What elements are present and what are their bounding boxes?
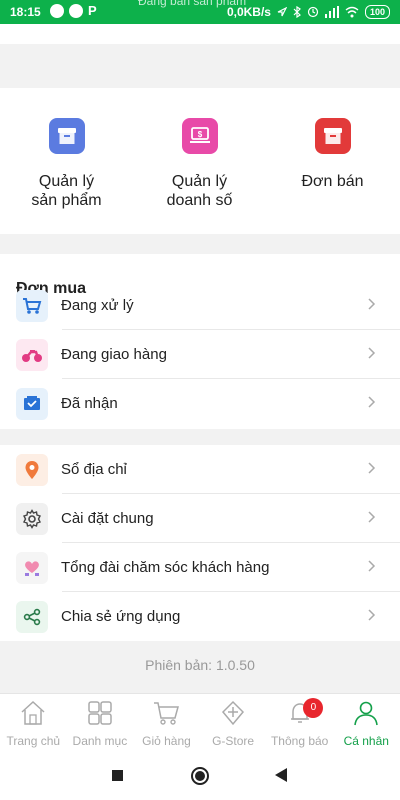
back-icon[interactable] (275, 768, 287, 782)
app-version: Phiên bản: 1.0.50 (145, 657, 255, 673)
settings-section: Sổ địa chỉ Cài đặt chung Tổng đài chăm s… (0, 445, 400, 641)
home-icon (21, 700, 45, 725)
nav-notifications[interactable]: 0 Thông báo (266, 694, 333, 753)
network-speed: 0,0KB/s (226, 5, 271, 19)
row-label: Đã nhận (61, 395, 118, 412)
manage-sales-label: Quản lý doanh số (166, 173, 233, 209)
notification-app-icon (69, 4, 83, 18)
order-processing-row[interactable]: Đang xử lý (0, 281, 400, 330)
chevron-right-icon (368, 511, 376, 523)
nav-label: Trang chủ (6, 734, 61, 748)
status-right: 0,0KB/s 100 (227, 5, 390, 19)
row-label: Đang xử lý (61, 297, 134, 314)
share-icon (16, 600, 48, 633)
nav-home[interactable]: Trang chủ (0, 694, 67, 753)
chevron-right-icon (368, 396, 376, 408)
row-label: Đang giao hàng (61, 346, 167, 363)
motorbike-icon (16, 338, 48, 371)
share-app-row[interactable]: Chia sẻ ứng dụng (0, 592, 400, 641)
signal-icon (324, 6, 339, 18)
top-white-strip (0, 24, 400, 44)
nav-profile[interactable]: Cá nhân (333, 694, 400, 753)
nav-gstore[interactable]: G-Store (200, 694, 267, 753)
alarm-icon (307, 6, 319, 18)
battery-icon: 100 (364, 5, 390, 19)
chevron-right-icon (368, 462, 376, 474)
order-received-row[interactable]: Đã nhận (0, 379, 400, 428)
cart-icon (16, 289, 48, 322)
support-heart-icon (16, 551, 48, 584)
customer-support-row[interactable]: Tổng đài chăm sóc khách hàng (0, 543, 400, 592)
store-icon (222, 700, 245, 726)
row-label: Sổ địa chỉ (61, 461, 127, 478)
cart-icon (154, 702, 180, 725)
nav-label: Giỏ hàng (142, 734, 191, 748)
nav-label: Cá nhân (343, 734, 389, 748)
shop-management-card: Quản lý sản phẩm $ Quản lý doanh số Đơn … (0, 88, 400, 234)
manage-sales-button[interactable]: $ Quản lý doanh số (133, 118, 266, 210)
order-shipping-row[interactable]: Đang giao hàng (0, 330, 400, 379)
purchase-orders-section: Đơn mua Đang xử lý Đang giao hàng Đã nhậ… (0, 254, 400, 429)
location-pin-icon (16, 453, 48, 486)
manage-products-button[interactable]: Quản lý sản phẩm (0, 118, 133, 210)
box-icon (314, 118, 351, 154)
grid-icon (88, 701, 112, 725)
location-arrow-icon (277, 7, 287, 17)
system-nav-bar (0, 753, 400, 800)
user-icon (354, 701, 379, 726)
notification-app-icon (50, 4, 64, 18)
general-settings-row[interactable]: Cài đặt chung (0, 494, 400, 543)
notification-p-icon: P (88, 3, 97, 18)
received-box-icon (16, 387, 48, 420)
status-notification-icons: P (50, 4, 102, 18)
status-time: 18:15 (10, 5, 41, 19)
chevron-right-icon (368, 609, 376, 621)
sales-orders-label: Đơn bán (301, 173, 364, 190)
chevron-right-icon (368, 347, 376, 359)
row-label: Cài đặt chung (61, 510, 154, 527)
nav-label: G-Store (212, 734, 255, 748)
nav-label: Danh mục (72, 734, 128, 748)
nav-cart[interactable]: Giỏ hàng (133, 694, 200, 753)
row-label: Chia sẻ ứng dụng (61, 608, 181, 625)
nav-label: Thông báo (270, 734, 329, 748)
bottom-navigation: Trang chủ Danh mục Giỏ hàng G-Store 0 Th… (0, 693, 400, 753)
chevron-right-icon (368, 298, 376, 310)
chevron-right-icon (368, 560, 376, 572)
bluetooth-icon (293, 6, 301, 18)
laptop-dollar-icon: $ (181, 118, 218, 154)
row-label: Tổng đài chăm sóc khách hàng (61, 559, 270, 576)
status-bar: 18:15 P Đang bán sản phẩm 0,0KB/s 100 (0, 0, 400, 24)
recent-apps-icon[interactable] (112, 770, 123, 781)
address-book-row[interactable]: Sổ địa chỉ (0, 445, 400, 494)
wifi-icon (345, 6, 359, 18)
nav-categories[interactable]: Danh mục (67, 694, 134, 753)
notification-badge: 0 (303, 698, 324, 718)
box-icon (48, 118, 85, 154)
sales-orders-button[interactable]: Đơn bán (266, 118, 399, 191)
manage-products-label: Quản lý sản phẩm (31, 173, 102, 209)
gear-icon (16, 502, 48, 535)
home-button-icon[interactable] (191, 767, 209, 785)
svg-text:$: $ (197, 130, 202, 139)
